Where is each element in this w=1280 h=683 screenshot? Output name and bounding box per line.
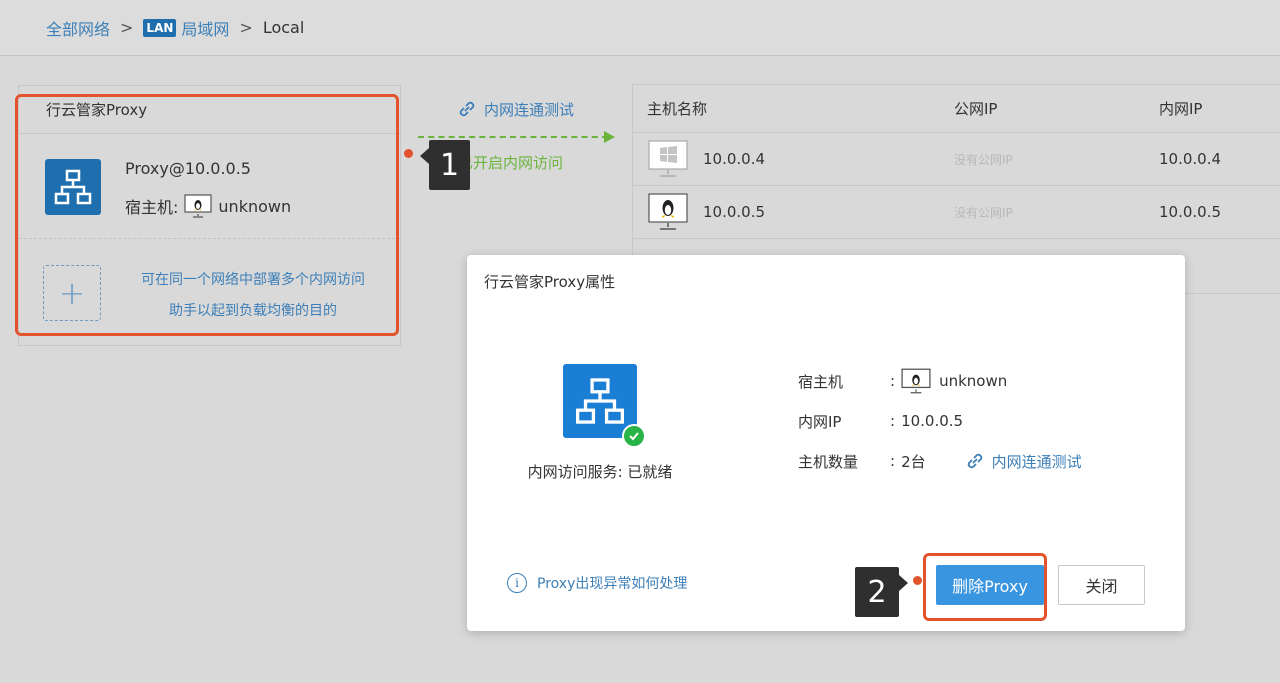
- link-icon: [459, 101, 475, 117]
- link-icon: [967, 453, 982, 469]
- prop-host-label: 宿主机: [798, 372, 844, 391]
- prop-count-label: 主机数量: [798, 452, 859, 471]
- breadcrumb-separator: >: [239, 18, 253, 37]
- check-circle-icon: [622, 424, 646, 448]
- private-ip-cell: 10.0.0.5: [1159, 203, 1222, 221]
- lan-icon: LAN: [143, 18, 177, 37]
- network-test-label: 内网连通测试: [484, 100, 575, 119]
- public-ip-cell: 没有公网IP: [954, 205, 1013, 220]
- dialog-title: 行云管家Proxy属性: [484, 273, 616, 291]
- prop-host: 宿主机 : unknown: [798, 361, 1082, 401]
- public-ip-cell: 没有公网IP: [954, 152, 1013, 167]
- host-name-cell: 10.0.0.5: [633, 192, 954, 232]
- proxy-help-label: Proxy出现异常如何处理: [537, 576, 688, 592]
- prop-count-value: 2台: [901, 452, 926, 471]
- service-status: 内网访问服务: 已就绪: [527, 463, 673, 481]
- prop-host-count: 主机数量 : 2台 内网连通测试: [798, 441, 1082, 481]
- breadcrumb-all-networks[interactable]: 全部网络: [46, 16, 110, 40]
- breadcrumb-separator: >: [120, 18, 134, 37]
- close-button[interactable]: 关闭: [1058, 565, 1145, 605]
- table-row[interactable]: 10.0.0.4 没有公网IP 10.0.0.4: [633, 133, 1280, 186]
- prop-ip-value-wrap: : 10.0.0.5: [890, 412, 964, 430]
- breadcrumb-lan[interactable]: 局域网: [181, 16, 229, 40]
- proxy-properties: 宿主机 : unknown 内网IP : 10.0.0.5 主机数量: 2台 …: [798, 361, 1082, 481]
- intranet-status: 已开启内网访问: [458, 154, 564, 172]
- host-name: 10.0.0.5: [703, 203, 766, 221]
- annotation-badge-2: 2: [855, 567, 908, 617]
- prop-count-value-wrap: : 2台: [890, 452, 926, 471]
- prop-ip-value: 10.0.0.5: [901, 412, 964, 430]
- private-ip-cell: 10.0.0.4: [1159, 150, 1222, 168]
- proxy-properties-dialog: 行云管家Proxy属性 内网访问服务: 已就绪 宿主机 : unknown 内网…: [467, 255, 1185, 631]
- breadcrumb: 全部网络 > LAN 局域网 > Local: [0, 0, 1280, 56]
- prop-host-text: unknown: [939, 372, 1008, 390]
- annotation-highlight-2: [923, 553, 1047, 621]
- prop-host-value: : unknown: [890, 368, 1007, 394]
- dialog-network-test-link[interactable]: 内网连通测试: [964, 450, 1082, 472]
- prop-ip-label: 内网IP: [798, 412, 842, 431]
- proxy-help-link[interactable]: i Proxy出现异常如何处理: [507, 573, 687, 593]
- column-header-private-ip: 内网IP: [1159, 100, 1203, 118]
- dialog-network-test-label: 内网连通测试: [991, 452, 1082, 471]
- breadcrumb-current: Local: [262, 18, 305, 37]
- annotation-dot: [404, 149, 413, 158]
- network-test-link[interactable]: 内网连通测试: [456, 98, 574, 120]
- arrow-right-icon: [604, 131, 615, 143]
- linux-icon: [901, 368, 931, 394]
- connection-line: [418, 136, 608, 138]
- column-header-public-ip: 公网IP: [954, 100, 998, 118]
- host-name: 10.0.0.4: [703, 150, 766, 168]
- info-icon: i: [507, 573, 527, 593]
- host-name-cell: 10.0.0.4: [633, 139, 954, 179]
- prop-private-ip: 内网IP : 10.0.0.5: [798, 401, 1082, 441]
- windows-icon: [648, 140, 688, 177]
- column-header-hostname: 主机名称: [647, 100, 708, 118]
- annotation-badge-1: 1: [420, 140, 470, 190]
- table-row[interactable]: 10.0.0.5 没有公网IP 10.0.0.5: [633, 186, 1280, 239]
- linux-icon: [648, 193, 688, 230]
- table-header: 主机名称 公网IP 内网IP: [633, 85, 1280, 133]
- annotation-dot: [913, 576, 922, 585]
- annotation-highlight-1: [15, 94, 399, 336]
